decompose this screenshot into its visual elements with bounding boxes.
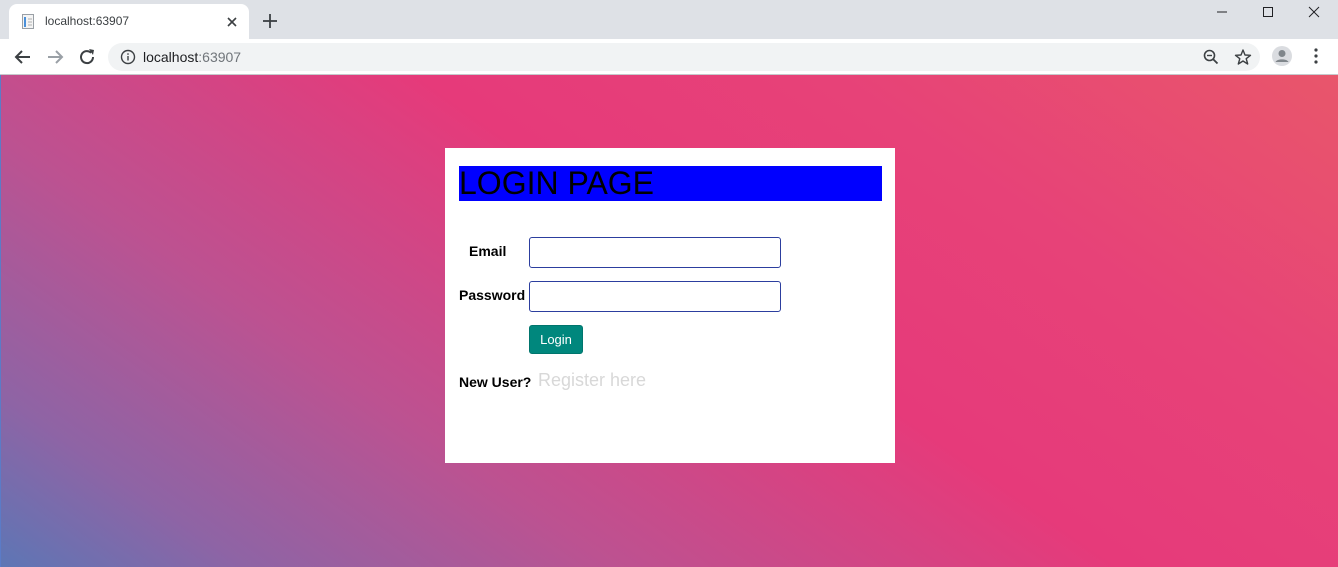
page-background: LOGIN PAGE Email Password Login New User… bbox=[0, 75, 1338, 567]
address-bar[interactable]: localhost:63907 bbox=[108, 43, 1260, 71]
maximize-icon bbox=[1263, 7, 1273, 17]
url-text: localhost:63907 bbox=[143, 49, 241, 65]
maximize-button[interactable] bbox=[1245, 0, 1291, 24]
window-close-icon bbox=[1308, 6, 1320, 18]
avatar-icon[interactable] bbox=[1271, 45, 1293, 67]
page-title: LOGIN PAGE bbox=[459, 166, 882, 201]
zoom-out-icon[interactable] bbox=[1202, 48, 1220, 66]
login-form: LOGIN PAGE Email Password Login New User… bbox=[445, 148, 895, 463]
arrow-right-icon[interactable] bbox=[44, 46, 66, 68]
arrow-left-icon[interactable] bbox=[12, 46, 34, 68]
new-user-label: New User? bbox=[459, 374, 532, 390]
star-icon[interactable] bbox=[1234, 48, 1252, 66]
close-icon[interactable] bbox=[224, 14, 240, 30]
tab-title: localhost:63907 bbox=[45, 14, 130, 28]
reload-icon[interactable] bbox=[76, 46, 98, 68]
info-icon[interactable] bbox=[120, 49, 136, 65]
password-field[interactable] bbox=[529, 281, 781, 312]
kebab-menu-icon[interactable] bbox=[1306, 46, 1326, 66]
password-label: Password bbox=[459, 287, 526, 303]
browser-window: localhost:63907 localhost:63907 LOGIN PA… bbox=[0, 0, 1338, 567]
page-icon bbox=[22, 14, 34, 29]
url-host: localhost bbox=[143, 49, 199, 65]
window-close-button[interactable] bbox=[1291, 0, 1337, 24]
tab-strip: localhost:63907 bbox=[0, 0, 1338, 39]
email-label: Email bbox=[469, 243, 507, 259]
plus-icon[interactable] bbox=[260, 11, 280, 31]
minimize-icon bbox=[1217, 11, 1227, 13]
login-button[interactable]: Login bbox=[529, 325, 583, 354]
minimize-button[interactable] bbox=[1199, 0, 1245, 24]
register-link[interactable]: Register here bbox=[538, 370, 646, 391]
browser-toolbar: localhost:63907 bbox=[0, 39, 1338, 75]
email-field[interactable] bbox=[529, 237, 781, 268]
url-port: :63907 bbox=[198, 49, 242, 65]
browser-tab[interactable]: localhost:63907 bbox=[9, 4, 249, 39]
